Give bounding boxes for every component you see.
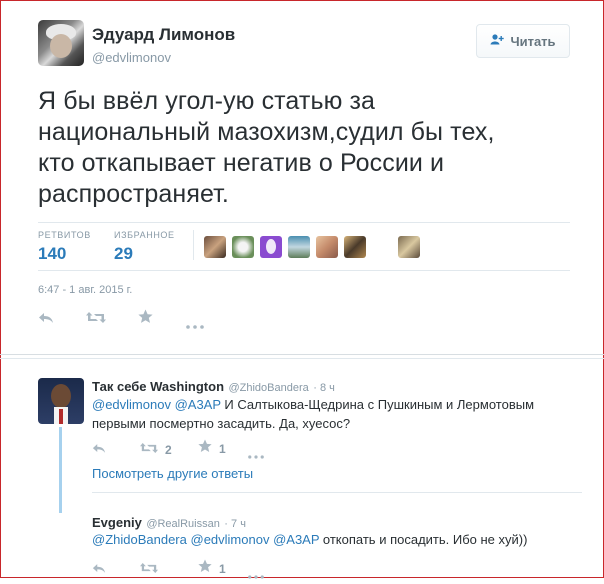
tweet-timestamp[interactable]: 6:47 - 1 авг. 2015 г.: [38, 284, 132, 296]
reply-text-part: И Салтыкова-Щедрина с Пушкиным и Лермото…: [220, 397, 535, 412]
more-icon[interactable]: [186, 316, 204, 334]
retweet-action[interactable]: 2: [140, 441, 172, 459]
favorite-action[interactable]: 1: [198, 439, 226, 458]
favorites-stat[interactable]: ИЗБРАННОЕ 29: [114, 230, 175, 264]
mention-link[interactable]: @edvlimonov: [191, 532, 270, 547]
reply-text: @edvlimonov @A3AP И Салтыкова-Щедрина с …: [92, 395, 582, 433]
tweet-text-line: распространяет.: [38, 180, 229, 208]
mention-link[interactable]: @edvlimonov: [92, 397, 171, 412]
author-handle[interactable]: @edvlimonov: [92, 50, 171, 65]
reply-author-name[interactable]: Так себе Washington: [92, 379, 224, 394]
favorites-count: 29: [114, 244, 133, 263]
tweet-text-line: кто откапывает негатив о России и: [38, 149, 445, 177]
star-icon[interactable]: [138, 309, 153, 329]
reply-avatar[interactable]: [38, 378, 84, 424]
star-icon: [198, 559, 212, 578]
mention-link[interactable]: @A3AP: [175, 397, 221, 412]
follow-label: Читать: [510, 33, 556, 49]
reply-header: Так себе Washington @ZhidoBandera · 8 ч: [92, 378, 335, 396]
favorite-action[interactable]: 1: [198, 559, 226, 578]
reply-author-handle[interactable]: @RealRuissan: [146, 518, 220, 530]
divider: [38, 222, 570, 223]
reply-icon[interactable]: [92, 441, 106, 459]
divider: [92, 492, 582, 493]
retweet-icon: [140, 441, 158, 459]
mention-link[interactable]: @ZhidoBandera: [92, 532, 187, 547]
divider: [38, 270, 570, 271]
section-divider: [0, 354, 604, 355]
more-icon[interactable]: [248, 446, 264, 464]
favorites-label: ИЗБРАННОЕ: [114, 230, 175, 240]
more-icon[interactable]: [248, 566, 264, 584]
reply-author-name[interactable]: Evgeniy: [92, 515, 142, 530]
mention-link[interactable]: @A3AP: [273, 532, 319, 547]
favorite-count: 1: [219, 561, 226, 576]
section-divider: [0, 358, 604, 359]
favoriter-avatar[interactable]: [232, 236, 254, 258]
favoriter-avatar[interactable]: [344, 236, 366, 258]
favoriter-avatar[interactable]: [398, 236, 420, 258]
tweet-text: Я бы ввёл угол-ую статью за национальный…: [38, 86, 578, 210]
conversation-thread-line: [59, 427, 62, 513]
reply-time[interactable]: · 8 ч: [313, 382, 335, 394]
retweets-label: РЕТВИТОВ: [38, 230, 91, 240]
retweet-icon[interactable]: [140, 561, 158, 579]
favoriter-avatar[interactable]: [260, 236, 282, 258]
star-icon: [198, 439, 212, 458]
retweets-count: 140: [38, 244, 67, 263]
favoriter-avatar[interactable]: [288, 236, 310, 258]
reply-text: @ZhidoBandera @edvlimonov @A3AP откопать…: [92, 530, 582, 549]
favoriter-avatar[interactable]: [204, 236, 226, 258]
reply-icon[interactable]: [38, 311, 54, 329]
retweets-stat[interactable]: РЕТВИТОВ 140: [38, 230, 91, 264]
retweet-icon[interactable]: [86, 311, 106, 329]
reply-time[interactable]: · 7 ч: [224, 518, 246, 530]
tweet-text-line: национальный мазохизм,судил бы тех,: [38, 118, 495, 146]
follow-button[interactable]: Читать: [476, 24, 570, 58]
stats-divider: [193, 230, 194, 260]
reply-icon[interactable]: [92, 561, 106, 579]
tweet-text-line: Я бы ввёл угол-ую статью за: [38, 87, 376, 115]
favoriter-avatar[interactable]: [316, 236, 338, 258]
author-avatar[interactable]: [38, 20, 84, 66]
reply-text-line: первыми посмертно засадить. Да, хуесос?: [92, 416, 351, 431]
reply-text-part: откопать и посадить. Ибо не хуй)): [319, 532, 528, 547]
reply-author-handle[interactable]: @ZhidoBandera: [228, 382, 308, 394]
favorite-count: 1: [219, 441, 226, 456]
retweet-count: 2: [165, 443, 172, 457]
author-name[interactable]: Эдуард Лимонов: [92, 25, 235, 45]
add-user-icon: [490, 34, 505, 48]
view-more-replies-link[interactable]: Посмотреть другие ответы: [92, 466, 253, 481]
